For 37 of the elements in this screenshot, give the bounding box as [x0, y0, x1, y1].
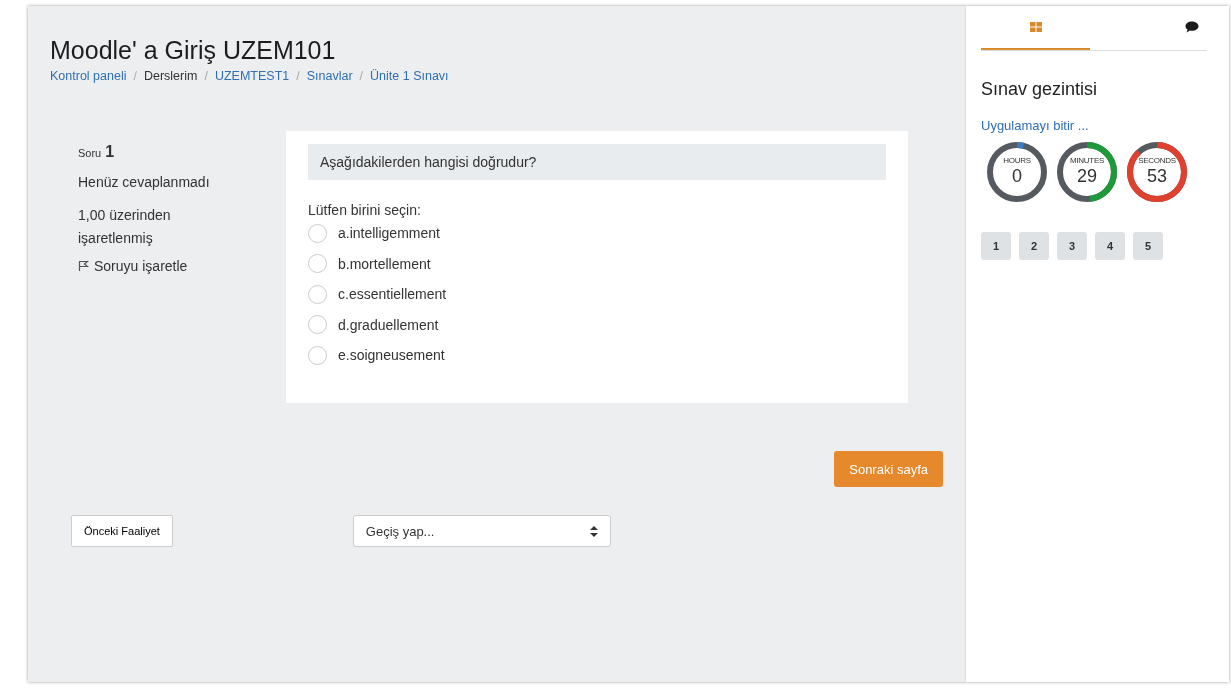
breadcrumb-separator: /: [359, 69, 364, 83]
breadcrumb-link[interactable]: Ünite 1 Sınavı: [370, 69, 449, 83]
question-nav-button[interactable]: 3: [1057, 232, 1087, 260]
question-number: 1: [105, 143, 115, 160]
question-status: Henüz cevaplanmadı: [78, 173, 211, 192]
breadcrumb-separator: /: [296, 69, 300, 83]
breadcrumb-link[interactable]: Kontrol paneli: [50, 69, 127, 83]
breadcrumb-separator: /: [204, 69, 208, 83]
answer-option[interactable]: a.intelligemment: [308, 218, 886, 249]
timer-label: MINUTES: [1070, 156, 1104, 165]
timer-label: HOURS: [1003, 156, 1031, 165]
answer-option[interactable]: b.mortellement: [308, 248, 886, 279]
breadcrumb-link[interactable]: UZEMTEST1: [214, 69, 290, 83]
answer-prompt: Lütfen birini seçin:: [308, 202, 422, 218]
answer-option[interactable]: d.graduellement: [308, 309, 886, 340]
flag-question-link[interactable]: Soruyu işaretle: [78, 258, 286, 274]
question-text: Aşağıdakilerden hangisi doğrudur?: [308, 144, 886, 180]
question-nav-button[interactable]: 2: [1019, 232, 1049, 260]
question-mark: 1,00 üzerinden işaretlenmiş: [78, 206, 172, 248]
breadcrumb-text: Derslerim: [143, 69, 198, 83]
answer-option[interactable]: c.essentiellement: [308, 279, 886, 310]
finish-attempt-link[interactable]: Uygulamayı bitir ...: [981, 118, 1089, 133]
timer-value: 53: [1147, 165, 1167, 187]
breadcrumb-separator: /: [133, 69, 137, 83]
page-title: Moodle' a Giriş UZEM101: [50, 36, 337, 65]
previous-activity-button[interactable]: Önceki Faaliyet: [71, 515, 173, 547]
timer-label: SECONDS: [1138, 156, 1176, 165]
question-nav-button[interactable]: 4: [1095, 232, 1125, 260]
jump-select[interactable]: Geçiş yap...: [352, 515, 611, 547]
question-label: Soru: [78, 147, 102, 159]
question-nav-button[interactable]: 1: [981, 232, 1011, 260]
answer-option[interactable]: e.soigneusement: [308, 340, 886, 371]
timer-value: 0: [1012, 165, 1022, 187]
timer-value: 29: [1077, 165, 1097, 187]
breadcrumb-link[interactable]: Sınavlar: [306, 69, 353, 83]
question-nav-button[interactable]: 5: [1133, 232, 1163, 260]
sidebar-title: Sınav gezintisi: [981, 79, 1099, 100]
